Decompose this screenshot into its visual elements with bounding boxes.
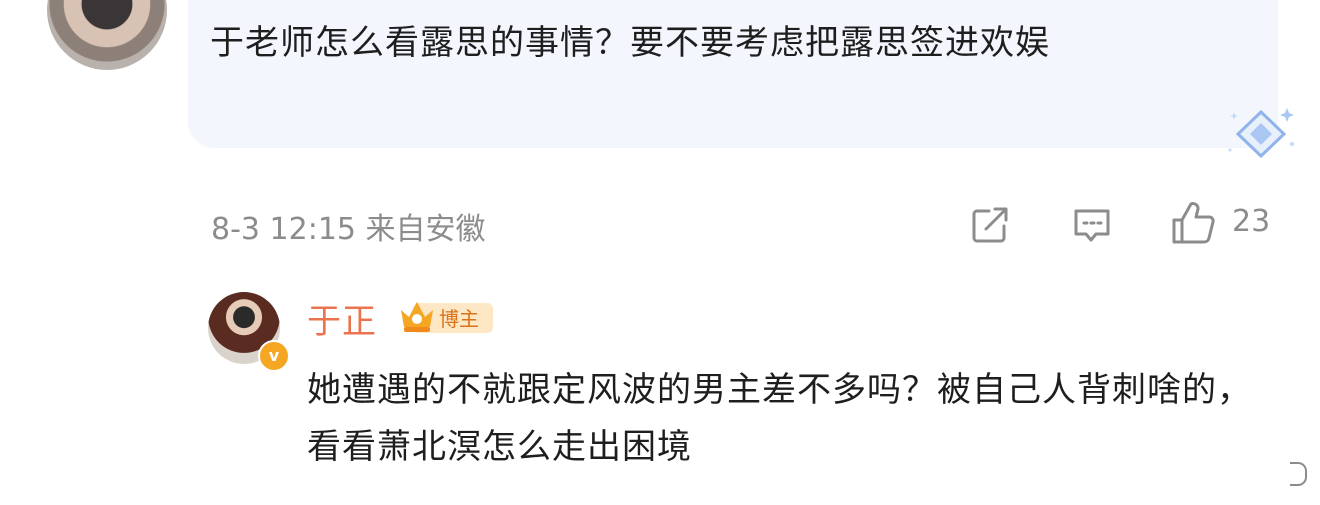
comment-location: 来自安徽 (365, 212, 486, 247)
share-icon[interactable] (969, 204, 1011, 246)
like-count: 23 (1232, 204, 1271, 239)
comment-meta: 8-3 12:15 来自安徽 (211, 204, 486, 248)
comment-icon[interactable] (1071, 204, 1113, 246)
comment-text: 于老师怎么看露思的事情？要不要考虑把露思签进欢娱 (210, 23, 1050, 63)
blogger-badge: 博主 (401, 302, 493, 333)
diamond-sparkle-icon (1228, 108, 1294, 159)
verified-badge: v (258, 340, 290, 372)
blogger-badge-label: 博主 (439, 307, 479, 331)
comment-thread: 于老师怎么看露思的事情？要不要考虑把露思签进欢娱 8-3 12:15 来自安徽 … (0, 0, 1320, 505)
like-icon[interactable] (1170, 200, 1216, 246)
expand-icon[interactable] (1288, 459, 1310, 489)
truncate-fade (1010, 440, 1320, 505)
comment-timestamp: 8-3 12:15 (211, 212, 356, 247)
reply-author-name[interactable]: 于正 (307, 294, 377, 343)
commenter-avatar[interactable] (47, 0, 167, 70)
